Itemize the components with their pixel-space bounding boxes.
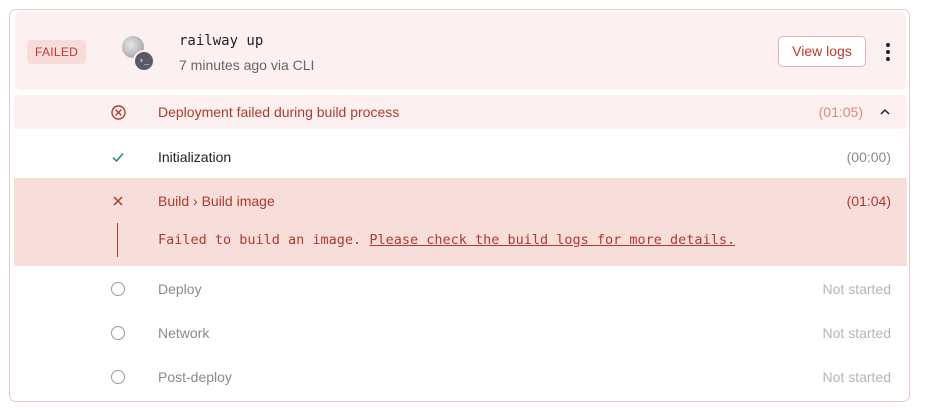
step-time: (00:00)	[846, 149, 891, 165]
failure-duration: (01:05)	[818, 104, 863, 120]
build-logs-link[interactable]: Please check the build logs for more det…	[369, 232, 735, 248]
chevron-up-icon[interactable]	[880, 108, 890, 115]
error-indicator-bar	[117, 223, 118, 257]
step-time: (01:04)	[846, 193, 891, 209]
terminal-icon: ›_	[133, 50, 155, 72]
step-row-build[interactable]: Build › Build image (01:04) Failed to bu…	[14, 178, 907, 266]
step-row-post-deploy[interactable]: Post-deploy Not started	[14, 355, 907, 399]
checkmark-icon	[112, 153, 124, 163]
failure-summary-label: Deployment failed during build process	[158, 104, 400, 120]
pending-circle-icon	[111, 282, 125, 296]
status-badge: FAILED	[27, 40, 87, 64]
deployment-title: railway up	[179, 33, 264, 49]
pending-circle-icon	[111, 370, 125, 384]
close-icon	[113, 196, 123, 206]
step-label: Initialization	[158, 149, 232, 165]
step-time: Not started	[822, 325, 891, 341]
failure-summary-row[interactable]: Deployment failed during build process (…	[14, 95, 907, 129]
error-circle-icon	[111, 105, 126, 120]
step-label: Deploy	[158, 281, 202, 297]
more-options-icon[interactable]	[881, 41, 895, 63]
deployment-card: FAILED ›_ railway up 7 minutes ago via C…	[9, 9, 910, 402]
step-label: Build › Build image	[158, 193, 275, 209]
deployment-header: FAILED ›_ railway up 7 minutes ago via C…	[15, 12, 906, 90]
pending-circle-icon	[111, 326, 125, 340]
step-row-network[interactable]: Network Not started	[14, 311, 907, 355]
avatar: ›_	[122, 36, 155, 72]
build-error-text: Failed to build an image.	[158, 232, 370, 248]
step-row-initialization[interactable]: Initialization (00:00)	[14, 135, 907, 179]
step-time: Not started	[822, 281, 891, 297]
step-label: Network	[158, 325, 210, 341]
step-time: Not started	[822, 369, 891, 385]
deployment-subtitle: 7 minutes ago via CLI	[179, 57, 315, 73]
step-label: Post-deploy	[158, 369, 232, 385]
step-row-deploy[interactable]: Deploy Not started	[14, 267, 907, 311]
build-error-message: Failed to build an image. Please check t…	[158, 232, 735, 248]
view-logs-button[interactable]: View logs	[778, 36, 866, 67]
